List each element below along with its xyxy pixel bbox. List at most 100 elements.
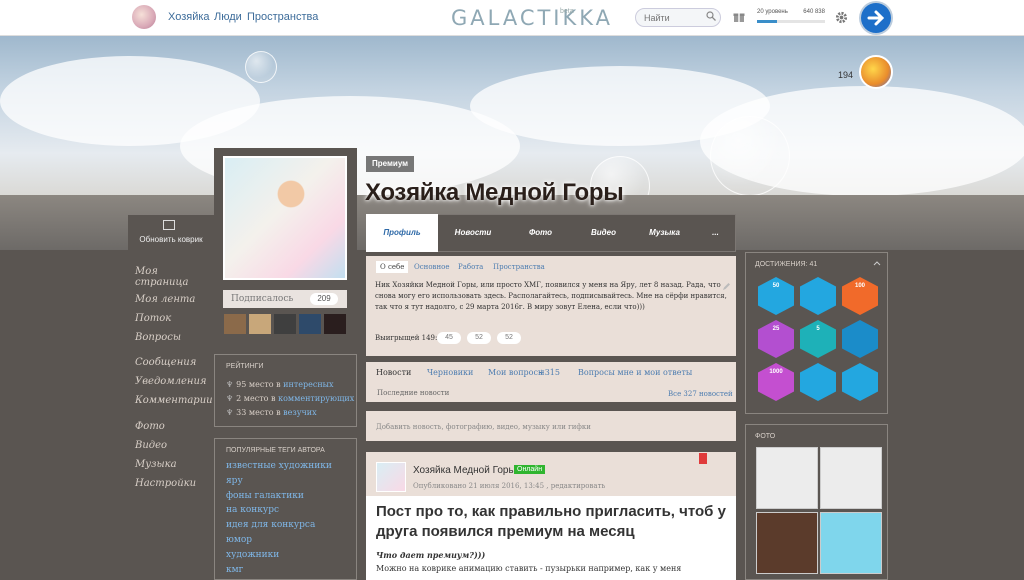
beta-label: beta	[560, 8, 574, 15]
nav-people-link[interactable]: Люди	[214, 11, 242, 23]
user-avatar[interactable]	[132, 5, 156, 29]
chevron-up-icon[interactable]	[873, 260, 881, 266]
post-author-avatar[interactable]	[376, 462, 406, 492]
news-tab[interactable]: Новости	[376, 368, 411, 377]
premium-badge[interactable]: Премиум	[366, 156, 415, 172]
about-subtab[interactable]: Пространства	[493, 263, 545, 271]
news-tab[interactable]: Черновики	[427, 368, 473, 377]
last-news-label: Последние новости	[377, 389, 450, 397]
post-body: Можно на коврике анимацию ставить - пузы…	[376, 564, 682, 573]
trophy-icon: ♆	[226, 408, 234, 417]
post-title[interactable]: Пост про то, как правильно пригласить, ч…	[376, 502, 726, 542]
about-text: Ник Хозяйки Медной Горы, или просто ХМГ,…	[375, 281, 727, 311]
profile-name: Хозяйка Медной Горы	[365, 179, 624, 206]
tab-4[interactable]: Музыка	[634, 214, 695, 252]
rating-text: 2 место в	[236, 394, 279, 403]
subscriber-avatar[interactable]	[324, 314, 346, 334]
post-date: Опубликовано 21 июля 2016, 13:45 , редак…	[413, 482, 606, 490]
news-tab[interactable]: +315	[538, 368, 560, 377]
photo-thumbnail[interactable]	[756, 447, 818, 509]
wins-label: Выигрыщей 149:	[375, 334, 438, 342]
rating-line: ♆ 95 место в интересных	[226, 380, 334, 389]
tab-0[interactable]: Профиль	[366, 214, 438, 252]
sidebar-item[interactable]: Видео	[135, 440, 213, 451]
rating-line: ♆ 2 место в комментирующих	[226, 394, 354, 403]
tag-link[interactable]: известные художники	[226, 461, 332, 471]
tag-link[interactable]: яру	[226, 476, 243, 486]
search-icon[interactable]	[706, 11, 716, 21]
sidebar-item[interactable]: Поток	[135, 313, 213, 324]
level-progress-bar	[757, 20, 825, 23]
photo-thumbnail[interactable]	[820, 512, 882, 574]
rating-line: ♆ 33 место в везучих	[226, 408, 317, 417]
sidebar-item[interactable]: Музыка	[135, 459, 213, 470]
mascot-counter: 194	[838, 70, 854, 80]
news-tab[interactable]: Вопросы мне и мои ответы	[578, 368, 692, 377]
add-post-box[interactable]: Добавить новость, фотографию, видео, муз…	[366, 411, 736, 441]
photo-thumbnail[interactable]	[756, 512, 818, 574]
trophy-icon: ♆	[226, 380, 234, 389]
profile-photo[interactable]	[223, 156, 347, 280]
sidebar-item[interactable]: Комментарии	[135, 395, 213, 406]
image-icon	[163, 220, 175, 230]
wins-count[interactable]: 52	[467, 332, 491, 344]
bubble	[710, 116, 790, 196]
sidebar-item[interactable]: Уведомления	[135, 376, 213, 387]
arrow-right-button[interactable]	[861, 3, 891, 33]
news-tab[interactable]: Мои вопросы	[488, 368, 544, 377]
tab-5[interactable]: ...	[695, 214, 736, 252]
tags-title: популярные теги автора	[226, 447, 325, 454]
sidebar-item[interactable]: Фото	[135, 421, 213, 432]
all-news-link[interactable]: Все 327 новостей	[668, 390, 733, 398]
rating-link[interactable]: везучих	[283, 408, 316, 417]
tab-2[interactable]: Фото	[508, 214, 573, 252]
about-subtab[interactable]: Основное	[414, 263, 450, 271]
sidebar-item[interactable]: Моя страница	[135, 266, 213, 288]
subscriber-avatar[interactable]	[274, 314, 296, 334]
rating-link[interactable]: интересных	[283, 380, 333, 389]
wins-count[interactable]: 45	[437, 332, 461, 344]
about-subtab[interactable]: Работа	[458, 263, 483, 271]
sidebar-item[interactable]: Сообщения	[135, 357, 213, 368]
tag-link[interactable]: фоны галактики	[226, 491, 304, 501]
level-points: 640 838	[803, 9, 825, 15]
bookmark-icon[interactable]	[699, 453, 707, 464]
wins-count[interactable]: 52	[497, 332, 521, 344]
sidebar-item[interactable]: Настройки	[135, 478, 213, 489]
bubble	[245, 51, 277, 83]
tab-1[interactable]: Новости	[438, 214, 508, 252]
mascot-avatar[interactable]	[859, 55, 893, 89]
rating-text: 33 место в	[236, 408, 284, 417]
level-indicator[interactable]: 20 уровень 640 838	[757, 9, 825, 15]
online-badge: Онлайн	[514, 465, 546, 474]
subscriber-avatar[interactable]	[249, 314, 271, 334]
level-label: 20 уровень	[757, 9, 788, 15]
about-subtab[interactable]: О себе	[376, 261, 409, 273]
sidebar-item[interactable]: Моя лента	[135, 294, 213, 305]
nav-spaces-link[interactable]: Пространства	[247, 11, 318, 23]
subscriber-avatar[interactable]	[299, 314, 321, 334]
post-author[interactable]: Хозяйка Медной Горы	[413, 465, 516, 476]
trophy-icon: ♆	[226, 394, 234, 403]
subscriber-avatar[interactable]	[224, 314, 246, 334]
sidebar-item[interactable]: Вопросы	[135, 332, 213, 343]
tag-link[interactable]: на конкурс	[226, 505, 279, 515]
add-post-label: Добавить новость, фотографию, видео, муз…	[376, 423, 591, 431]
gear-icon[interactable]	[835, 11, 848, 24]
nav-profile-link[interactable]: Хозяйка	[168, 11, 210, 23]
rating-link[interactable]: комментирующих	[278, 394, 354, 403]
gift-icon[interactable]	[733, 11, 745, 23]
ratings-title: рейтинги	[226, 363, 264, 370]
photo-thumbnail[interactable]	[820, 447, 882, 509]
tag-link[interactable]: кмг	[226, 565, 243, 575]
tag-link[interactable]: юмор	[226, 535, 252, 545]
arrow-right-icon	[867, 10, 885, 26]
post-subtitle: Что дает премиум?)))	[376, 550, 486, 560]
tag-link[interactable]: художники	[226, 550, 279, 560]
subscribers-label: Подписалось	[231, 294, 294, 304]
photos-title: фото	[755, 433, 776, 440]
site-logo[interactable]: GALACTIKKA	[451, 6, 613, 30]
tag-link[interactable]: идея для конкурса	[226, 520, 315, 530]
tab-3[interactable]: Видео	[573, 214, 634, 252]
update-cover-label: Обновить коврик	[139, 235, 203, 244]
